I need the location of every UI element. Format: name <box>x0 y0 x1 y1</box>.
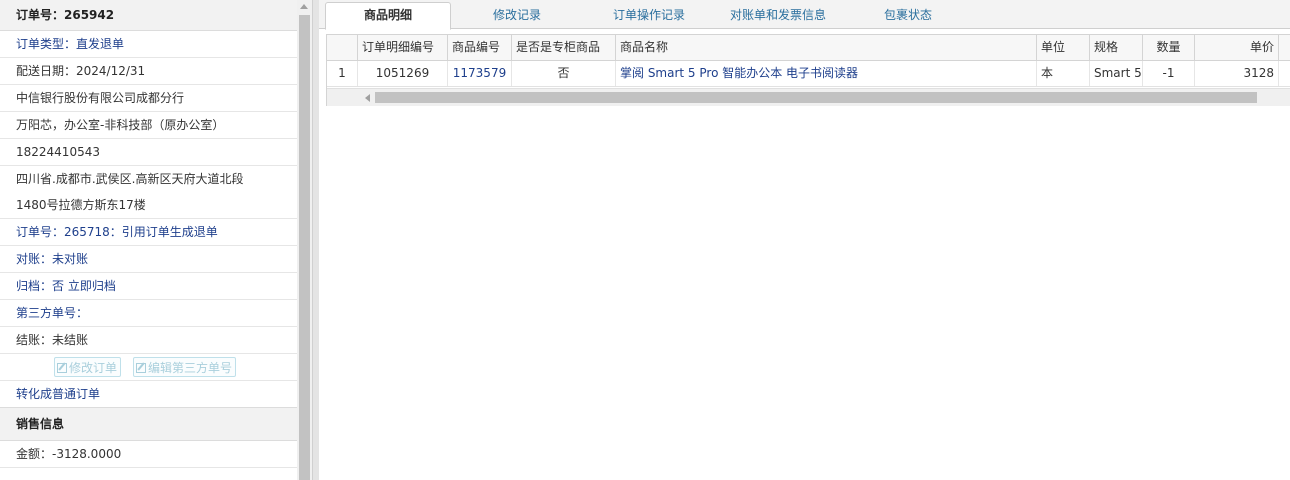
action-button-row: 修改订单 编辑第三方单号 <box>0 354 297 381</box>
convert-to-normal-order-link[interactable]: 转化成普通订单 <box>0 381 297 407</box>
scroll-left-arrow-icon[interactable] <box>365 94 370 102</box>
cell-detail-id: 1051269 <box>358 61 448 86</box>
referenced-order-link[interactable]: 订单号：265718：引用订单生成退单 <box>0 219 297 246</box>
edit-icon <box>136 363 146 373</box>
edit-third-party-button-label: 编辑第三方单号 <box>148 361 233 375</box>
horizontal-scrollbar-thumb[interactable] <box>375 92 1257 103</box>
contact-person: 万阳芯，办公室-非科技部（原办公室） <box>0 112 297 139</box>
grid-horizontal-scrollbar[interactable] <box>327 88 1290 106</box>
cell-product-name-link[interactable]: 掌阅 Smart 5 Pro 智能办公本 电子书阅读器 <box>616 61 1037 86</box>
contact-phone: 18224410543 <box>0 139 297 166</box>
sales-amount: 金额：-3128.0000 <box>0 441 297 468</box>
header-detail-id[interactable]: 订单明细编号 <box>358 35 448 60</box>
panel-splitter[interactable] <box>312 0 319 480</box>
settlement-status: 结账：未结账 <box>0 327 297 354</box>
archive-status[interactable]: 归档：否 立即归档 <box>0 273 297 300</box>
tab-statement-invoice[interactable]: 对账单和发票信息 <box>717 4 839 28</box>
header-product-id[interactable]: 商品编号 <box>448 35 512 60</box>
table-row[interactable]: 1 1051269 1173579 否 掌阅 Smart 5 Pro 智能办公本… <box>327 61 1290 87</box>
tab-change-log[interactable]: 修改记录 <box>469 4 565 28</box>
delivery-date: 配送日期：2024/12/31 <box>0 58 297 85</box>
tab-order-operations[interactable]: 订单操作记录 <box>597 4 701 28</box>
header-product-name[interactable]: 商品名称 <box>616 35 1037 60</box>
detail-panel: 商品明细 修改记录 订单操作记录 对账单和发票信息 包裹状态 订单明细编号 商品… <box>319 0 1290 480</box>
cell-unit-price: 3128 <box>1195 61 1279 86</box>
cell-rownum: 1 <box>327 61 358 86</box>
tab-bar: 商品明细 修改记录 订单操作记录 对账单和发票信息 包裹状态 <box>319 0 1290 30</box>
product-grid: 订单明细编号 商品编号 是否是专柜商品 商品名称 单位 规格 数量 单价 1 1… <box>326 34 1290 106</box>
order-info-panel: 订单号：265942 订单类型：直发退单 配送日期：2024/12/31 中信银… <box>0 0 297 480</box>
third-party-number: 第三方单号： <box>0 300 297 327</box>
edit-third-party-button[interactable]: 编辑第三方单号 <box>133 357 237 377</box>
customer-company: 中信银行股份有限公司成都分行 <box>0 85 297 112</box>
scroll-up-arrow-icon[interactable] <box>300 4 308 9</box>
order-number-header: 订单号：265942 <box>0 0 297 31</box>
cell-counter-flag: 否 <box>512 61 616 86</box>
header-counter-flag[interactable]: 是否是专柜商品 <box>512 35 616 60</box>
header-unit[interactable]: 单位 <box>1037 35 1090 60</box>
tab-package-status[interactable]: 包裹状态 <box>867 4 949 28</box>
edit-order-button[interactable]: 修改订单 <box>54 357 122 377</box>
cell-product-id-link[interactable]: 1173579 <box>448 61 512 86</box>
cell-spec: Smart 5 <box>1090 61 1143 86</box>
reconciliation-status: 对账：未对账 <box>0 246 297 273</box>
cell-unit: 本 <box>1037 61 1090 86</box>
header-spec[interactable]: 规格 <box>1090 35 1143 60</box>
address-line-1: 四川省.成都市.武侯区.高新区天府大道北段 <box>16 172 244 186</box>
edit-order-button-label: 修改订单 <box>69 361 118 375</box>
left-panel-scrollbar[interactable] <box>297 0 312 480</box>
order-type: 订单类型：直发退单 <box>0 31 297 58</box>
header-quantity[interactable]: 数量 <box>1143 35 1195 60</box>
edit-icon <box>57 363 67 373</box>
address-line-2: 1480号拉德方斯东17楼 <box>0 192 297 219</box>
scrollbar-thumb[interactable] <box>299 15 310 480</box>
sales-info-section-title: 销售信息 <box>0 407 297 441</box>
header-rownum <box>327 35 358 60</box>
grid-header: 订单明细编号 商品编号 是否是专柜商品 商品名称 单位 规格 数量 单价 <box>327 34 1290 61</box>
header-unit-price[interactable]: 单价 <box>1195 35 1279 60</box>
tab-product-details[interactable]: 商品明细 <box>325 2 451 30</box>
cell-quantity: -1 <box>1143 61 1195 86</box>
